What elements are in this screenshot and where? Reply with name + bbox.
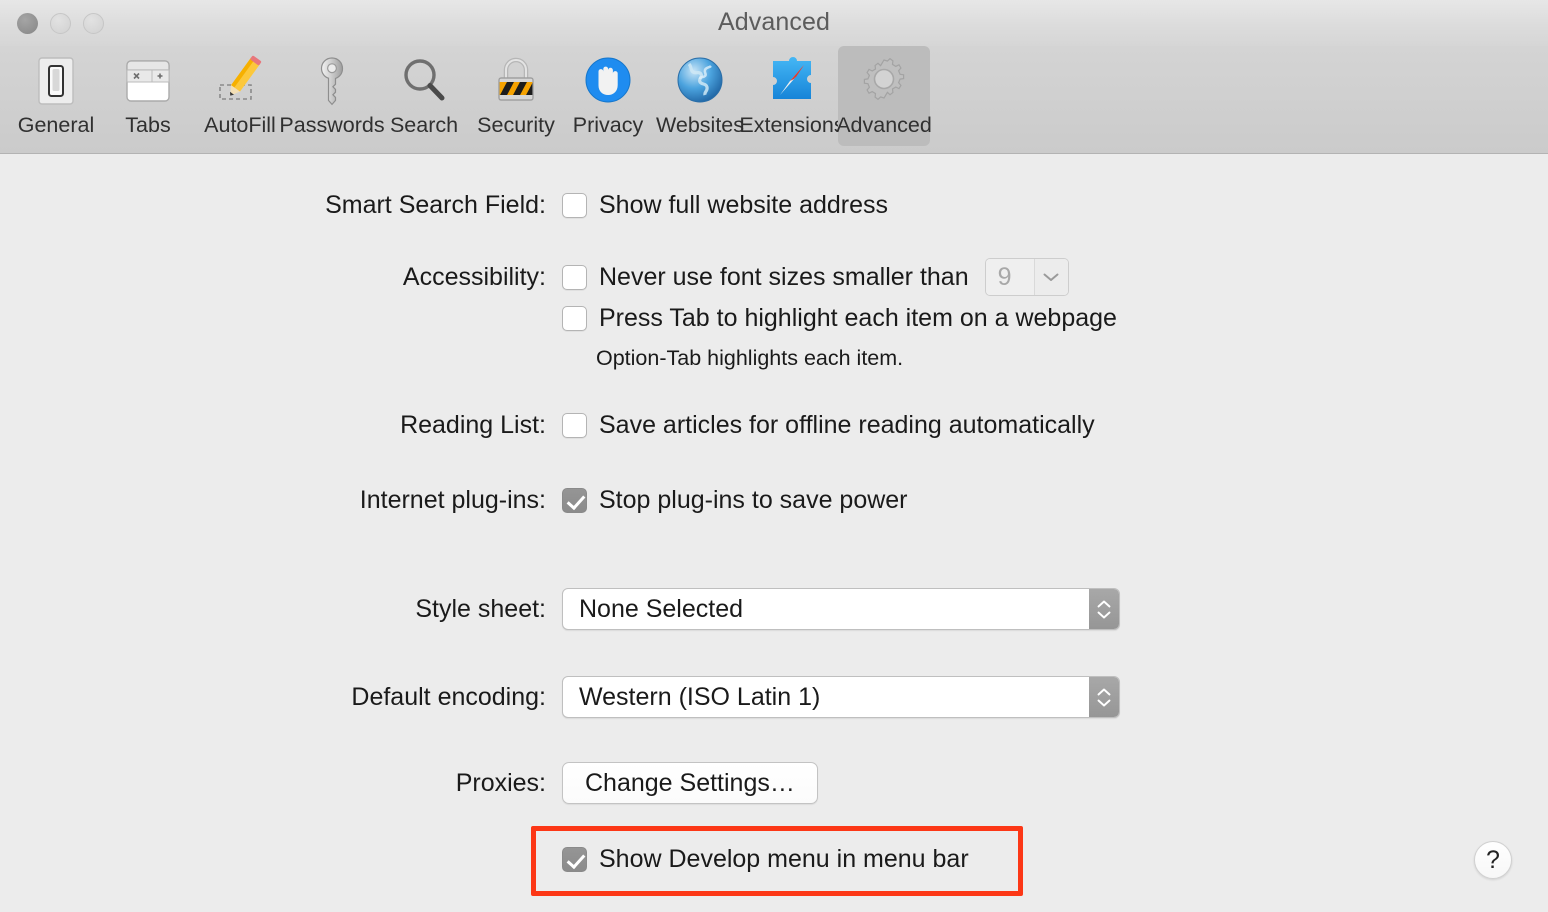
- tabs-icon: [117, 50, 179, 112]
- change-settings-button[interactable]: Change Settings…: [562, 762, 818, 804]
- toolbar-item-security[interactable]: Security: [470, 46, 562, 146]
- row-accessibility-hint: Option-Tab highlights each item.: [596, 346, 903, 371]
- magnifier-icon: [393, 50, 455, 112]
- toolbar-label-tabs: Tabs: [125, 113, 170, 138]
- toolbar-label-websites: Websites: [656, 113, 744, 138]
- default-encoding-value: Western (ISO Latin 1): [563, 677, 1089, 717]
- toolbar-label-privacy: Privacy: [573, 113, 643, 138]
- checkbox-label-show-full-website-address: Show full website address: [599, 191, 888, 220]
- pencil-autofill-icon: [209, 50, 271, 112]
- chevron-down-icon[interactable]: [1034, 259, 1068, 295]
- row-accessibility-press-tab: Press Tab to highlight each item on a we…: [562, 304, 1117, 333]
- toolbar-label-general: General: [18, 113, 95, 138]
- toolbar-item-general[interactable]: General: [10, 46, 102, 146]
- toolbar-item-tabs[interactable]: Tabs: [102, 46, 194, 146]
- hand-icon: [577, 50, 639, 112]
- checkbox-show-develop-menu[interactable]: Show Develop menu in menu bar: [562, 845, 969, 874]
- style-sheet-popup[interactable]: None Selected: [562, 588, 1120, 630]
- label-smart-search-field: Smart Search Field:: [0, 191, 546, 220]
- row-style-sheet: Style sheet: None Selected: [0, 588, 1548, 630]
- checkbox-box-stop-plugins-to-save-power[interactable]: [562, 488, 587, 513]
- toolbar-item-websites[interactable]: Websites: [654, 46, 746, 146]
- row-default-encoding: Default encoding: Western (ISO Latin 1): [0, 676, 1548, 718]
- toolbar-item-extensions[interactable]: Extensions: [746, 46, 838, 146]
- chevron-up-down-icon[interactable]: [1089, 677, 1119, 717]
- window-title: Advanced: [0, 8, 1548, 37]
- row-develop-menu: Show Develop menu in menu bar: [562, 845, 969, 874]
- globe-icon: [669, 50, 731, 112]
- style-sheet-value: None Selected: [563, 589, 1089, 629]
- toolbar-label-advanced: Advanced: [836, 113, 932, 138]
- checkbox-label-never-use-font-sizes: Never use font sizes smaller than: [599, 263, 969, 292]
- checkbox-save-articles-offline[interactable]: Save articles for offline reading automa…: [562, 411, 1095, 440]
- title-bar: Advanced: [0, 0, 1548, 46]
- label-reading-list: Reading List:: [0, 411, 546, 440]
- preferences-toolbar: General Tabs: [0, 46, 1548, 154]
- row-smart-search-field: Smart Search Field: Show full website ad…: [0, 191, 1548, 220]
- checkbox-box-press-tab-to-highlight[interactable]: [562, 306, 587, 331]
- general-switch-icon: [25, 50, 87, 112]
- checkbox-box-never-use-font-sizes[interactable]: [562, 265, 587, 290]
- chevron-up-down-icon[interactable]: [1089, 589, 1119, 629]
- checkbox-never-use-font-sizes-smaller-than[interactable]: Never use font sizes smaller than: [562, 263, 969, 292]
- checkbox-label-press-tab-to-highlight: Press Tab to highlight each item on a we…: [599, 304, 1117, 333]
- label-style-sheet: Style sheet:: [0, 595, 546, 624]
- padlock-icon: [485, 50, 547, 112]
- label-default-encoding: Default encoding:: [0, 683, 546, 712]
- help-button[interactable]: ?: [1474, 841, 1512, 879]
- toolbar-label-search: Search: [390, 113, 458, 138]
- toolbar-label-autofill: AutoFill: [204, 113, 276, 138]
- checkbox-press-tab-to-highlight[interactable]: Press Tab to highlight each item on a we…: [562, 304, 1117, 333]
- toolbar-label-extensions: Extensions: [739, 113, 844, 138]
- toolbar-item-search[interactable]: Search: [378, 46, 470, 146]
- label-accessibility: Accessibility:: [0, 263, 546, 292]
- checkbox-box-show-develop-menu[interactable]: [562, 847, 587, 872]
- checkbox-box-show-full-website-address[interactable]: [562, 193, 587, 218]
- checkbox-show-full-website-address[interactable]: Show full website address: [562, 191, 888, 220]
- toolbar-item-passwords[interactable]: Passwords: [286, 46, 378, 146]
- toolbar-item-privacy[interactable]: Privacy: [562, 46, 654, 146]
- checkbox-label-stop-plugins-to-save-power: Stop plug-ins to save power: [599, 486, 908, 515]
- label-internet-plugins: Internet plug-ins:: [0, 486, 546, 515]
- toolbar-item-autofill[interactable]: AutoFill: [194, 46, 286, 146]
- checkbox-stop-plugins-to-save-power[interactable]: Stop plug-ins to save power: [562, 486, 908, 515]
- key-icon: [301, 50, 363, 112]
- checkbox-label-save-articles-offline: Save articles for offline reading automa…: [599, 411, 1095, 440]
- font-size-popup[interactable]: 9: [985, 258, 1069, 296]
- toolbar-label-security: Security: [477, 113, 555, 138]
- checkbox-label-show-develop-menu: Show Develop menu in menu bar: [599, 845, 969, 874]
- row-proxies: Proxies: Change Settings…: [0, 762, 1548, 804]
- row-reading-list: Reading List: Save articles for offline …: [0, 411, 1548, 440]
- preferences-window: Advanced General: [0, 0, 1548, 912]
- accessibility-hint-text: Option-Tab highlights each item.: [596, 346, 903, 371]
- gear-icon: [853, 50, 915, 112]
- puzzle-compass-icon: [761, 50, 823, 112]
- default-encoding-popup[interactable]: Western (ISO Latin 1): [562, 676, 1120, 718]
- advanced-settings-pane: Smart Search Field: Show full website ad…: [0, 155, 1548, 912]
- toolbar-item-advanced[interactable]: Advanced: [838, 46, 930, 146]
- row-accessibility-font-size: Accessibility: Never use font sizes smal…: [0, 258, 1548, 296]
- row-internet-plugins: Internet plug-ins: Stop plug-ins to save…: [0, 486, 1548, 515]
- checkbox-box-save-articles-offline[interactable]: [562, 413, 587, 438]
- toolbar-item-list: General Tabs: [10, 46, 930, 154]
- label-proxies: Proxies:: [0, 769, 546, 798]
- toolbar-label-passwords: Passwords: [279, 113, 384, 138]
- font-size-value: 9: [986, 259, 1034, 295]
